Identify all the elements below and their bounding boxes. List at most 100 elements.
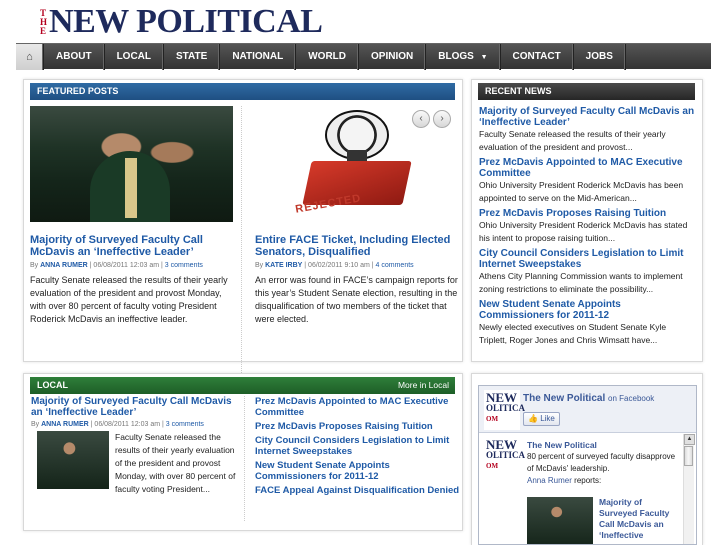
facebook-post-avatar[interactable]: NEW OLITICA OM [484,437,526,479]
featured-post-2-meta: By KATE IRBY | 06/02/2011 9:10 am | 4 co… [255,262,458,269]
logo-name: NEW POLITICAL [49,3,323,40]
post-date: | 06/08/2011 12:03 am | [89,262,163,269]
nav-contact[interactable]: CONTACT [501,44,574,70]
recent-news-title[interactable]: Majority of Surveyed Faculty Call McDavi… [479,106,695,128]
featured-header: FEATURED POSTS [30,83,455,100]
chevron-down-icon: ▼ [480,54,488,61]
featured-panel: FEATURED POSTS Majority of Surveyed Facu… [23,79,463,401]
recent-news-title[interactable]: Prez McDavis Appointed to MAC Executive … [479,157,695,179]
facebook-post-body: The New Political 80 percent of surveyed… [527,439,677,487]
facebook-like-label: Like [540,414,555,423]
facebook-post-thumbnail[interactable] [527,497,593,544]
local-lead-story: Majority of Surveyed Faculty Call McDavi… [31,396,236,496]
local-headline-link[interactable]: FACE Appeal Against Disqualification Den… [255,485,460,496]
local-header: LOCAL More in Local [30,377,455,394]
nav-blogs[interactable]: BLOGS ▼ [426,44,501,70]
recent-news-item: City Council Considers Legislation to Li… [479,248,695,295]
local-headline-link[interactable]: Prez McDavis Proposes Raising Tuition [255,421,460,432]
recent-news-excerpt: Faculty Senate released the results of t… [479,129,666,152]
featured-photo-mcdavis[interactable] [30,106,233,222]
facebook-scrollbar[interactable]: ▲ [683,434,695,544]
local-header-label: LOCAL [37,380,68,390]
local-divider [244,396,245,521]
post-date: | 06/02/2011 9:10 am | [304,262,374,269]
local-panel: LOCAL More in Local Majority of Surveyed… [23,373,463,531]
recent-news-header: RECENT NEWS [478,83,695,100]
post-date: | 06/08/2011 12:03 am | [90,421,164,428]
fb-logo-line: NEW [486,437,518,452]
recent-news-item: Prez McDavis Proposes Raising Tuition Oh… [479,208,695,244]
facebook-like-box: NEW OLITICA OM The New Political on Face… [478,385,697,545]
recent-news-excerpt: Ohio University President Roderick McDav… [479,220,688,243]
comments-link[interactable]: 3 comments [166,421,204,428]
chevron-right-icon: › [440,113,444,124]
facebook-page-name[interactable]: The New Political [523,393,605,404]
fb-logo-line: OLITICA [486,450,526,460]
main-nav: ⌂ ABOUT LOCAL STATE NATIONAL WORLD OPINI… [16,43,711,70]
local-headline-link[interactable]: City Council Considers Legislation to Li… [255,435,460,457]
fb-logo-line: NEW [486,390,518,405]
comments-link[interactable]: 4 comments [376,262,414,269]
recent-news-title[interactable]: City Council Considers Legislation to Li… [479,248,695,270]
featured-post-2: REJECTED Entire FACE Ticket, Including E… [255,106,458,326]
thumbs-up-icon: 👍 [528,414,538,423]
nav-local[interactable]: LOCAL [105,44,165,70]
nav-national[interactable]: NATIONAL [220,44,297,70]
chevron-left-icon: ‹ [419,113,423,124]
nav-opinion[interactable]: OPINION [359,44,427,70]
fb-logo-line: OLITICA [486,403,526,413]
facebook-like-button[interactable]: 👍 Like [523,412,560,426]
featured-post-2-excerpt: An error was found in FACE’s campaign re… [255,275,458,324]
local-lead-excerpt-wrap: Faculty Senate released the results of t… [31,431,236,496]
site-logo[interactable]: T H E NEW POLITICAL [40,3,323,40]
nav-jobs[interactable]: JOBS [574,44,626,70]
nav-about[interactable]: ABOUT [44,44,105,70]
facebook-post-link-title[interactable]: Majority of Surveyed Faculty Call McDavi… [599,497,677,541]
featured-post-1-meta: By ANNA RUMER | 06/08/2011 12:03 am | 3 … [30,262,235,269]
local-headline-link[interactable]: Prez McDavis Appointed to MAC Executive … [255,396,460,418]
recent-news-title[interactable]: New Student Senate Appoints Commissioner… [479,299,695,321]
facebook-on-label[interactable]: on Facebook [608,394,654,403]
scroll-thumb[interactable] [684,446,693,466]
scroll-up-button[interactable]: ▲ [684,434,695,445]
recent-news-item: Majority of Surveyed Faculty Call McDavi… [479,106,695,153]
author-link[interactable]: ANNA RUMER [40,262,88,269]
local-lead-excerpt: Faculty Senate released the results of t… [115,432,236,494]
local-headline-link[interactable]: New Student Senate Appoints Commissioner… [255,460,460,482]
recent-news-excerpt: Athens City Planning Commission wants to… [479,271,683,294]
slider-next-button[interactable]: › [433,110,451,128]
nav-home[interactable]: ⌂ [16,44,44,70]
recent-news-panel: RECENT NEWS Majority of Surveyed Faculty… [471,79,703,362]
featured-divider [241,106,242,401]
facebook-reporter-link[interactable]: Anna Rumer [527,476,572,485]
facebook-post-reporter-line: Anna Rumer reports: [527,475,677,487]
slider-prev-button[interactable]: ‹ [412,110,430,128]
facebook-page-logo[interactable]: NEW OLITICA OM [484,390,526,430]
featured-post-1: Majority of Surveyed Faculty Call McDavi… [30,106,235,326]
more-in-local-link[interactable]: More in Local [398,377,449,394]
local-lead-thumbnail[interactable] [37,431,109,489]
nav-state[interactable]: STATE [164,44,221,70]
fb-logo-line: OM [486,415,499,423]
home-icon: ⌂ [26,51,33,63]
nav-blogs-label: BLOGS [438,51,474,62]
nav-world[interactable]: WORLD [296,44,360,70]
author-link[interactable]: KATE IRBY [265,262,302,269]
featured-post-1-excerpt: Faculty Senate released the results of t… [30,275,228,324]
recent-news-item: Prez McDavis Appointed to MAC Executive … [479,157,695,204]
local-lead-title[interactable]: Majority of Surveyed Faculty Call McDavi… [31,396,236,418]
author-link[interactable]: ANNA RUMER [41,421,89,428]
byline-prefix: By [255,262,264,269]
local-lead-meta: By ANNA RUMER | 06/08/2011 12:03 am | 3 … [31,421,236,428]
recent-news-title[interactable]: Prez McDavis Proposes Raising Tuition [479,208,695,219]
comments-link[interactable]: 3 comments [165,262,203,269]
facebook-post-text: 80 percent of surveyed faculty disapprov… [527,452,676,473]
facebook-page-title: The New Political on Facebook [523,393,654,404]
recent-news-excerpt: Newly elected executives on Student Sena… [479,322,667,345]
logo-the-e: E [40,25,47,36]
featured-post-2-title[interactable]: Entire FACE Ticket, Including Elected Se… [255,234,458,258]
fb-logo-line: OM [486,462,499,470]
featured-post-1-title[interactable]: Majority of Surveyed Faculty Call McDavi… [30,234,235,258]
facebook-post-author[interactable]: The New Political [527,439,677,451]
byline-prefix: By [31,421,40,428]
